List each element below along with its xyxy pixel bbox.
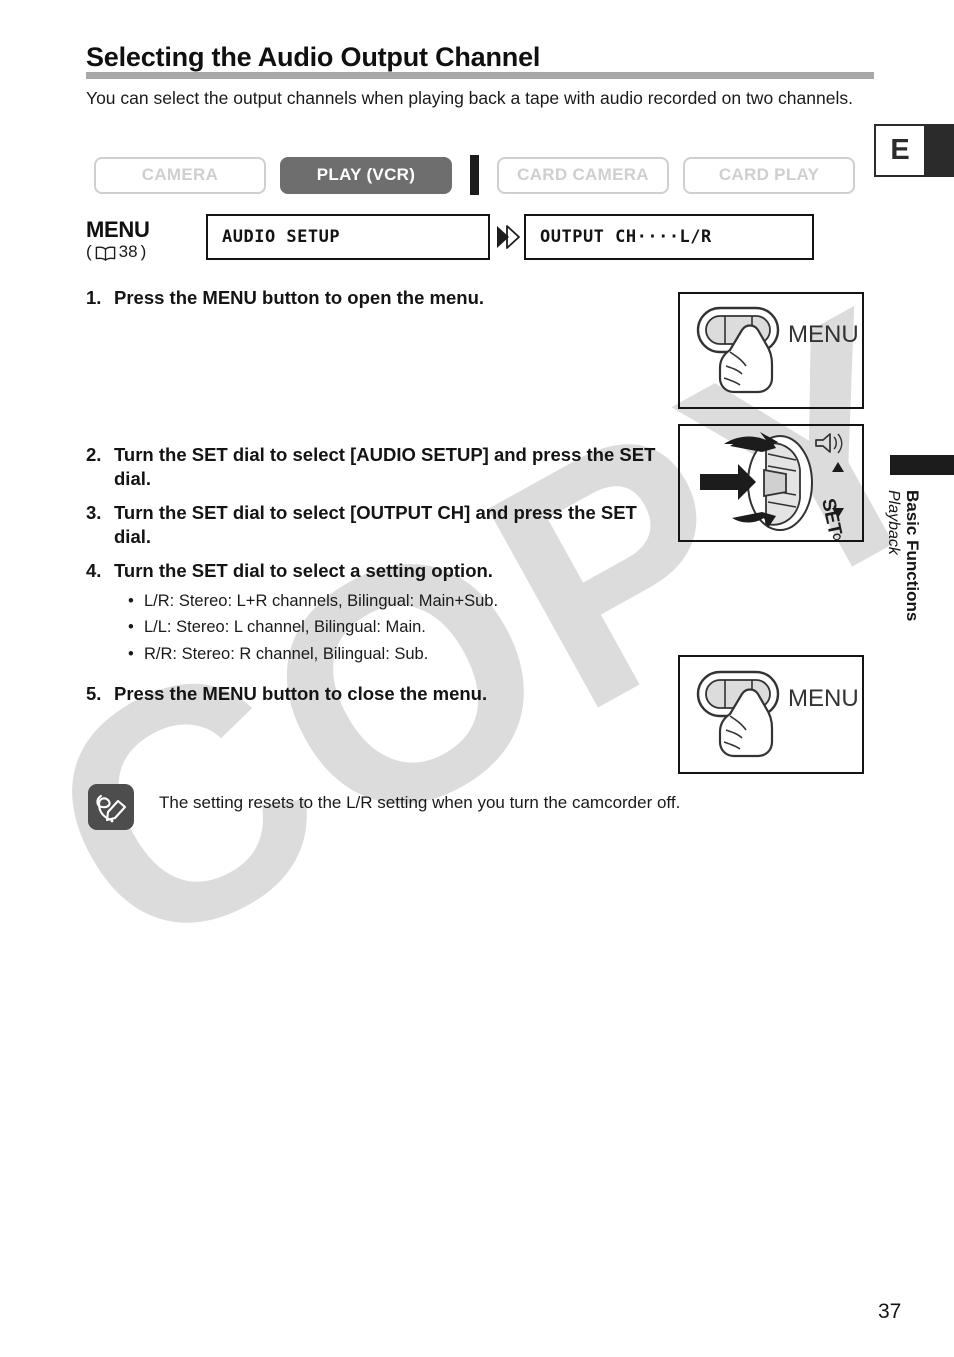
mode-divider bbox=[470, 155, 479, 195]
set-dial-with-rotation-arrows-icon: SET ∞ bbox=[700, 432, 851, 550]
hand-pressing-menu-button-icon: MENU bbox=[696, 670, 859, 758]
step-text: Turn the SET dial to select a setting op… bbox=[114, 559, 666, 668]
language-tab-bar bbox=[926, 124, 954, 177]
title-rule bbox=[86, 72, 874, 79]
list-item: L/R: Stereo: L+R channels, Bilingual: Ma… bbox=[114, 588, 666, 615]
mode-button-card-play[interactable]: CARD PLAY bbox=[683, 156, 855, 194]
steps-list: 1. Press the MENU button to open the men… bbox=[86, 286, 666, 706]
double-chevron-right-icon bbox=[490, 214, 524, 260]
step-text: Turn the SET dial to select [OUTPUT CH] … bbox=[114, 501, 637, 548]
svg-text:MENU: MENU bbox=[788, 685, 859, 712]
menu-page-reference: ( 38 ) bbox=[86, 241, 206, 263]
step-text-label: Turn the SET dial to select a setting op… bbox=[114, 559, 493, 581]
hand-pressing-menu-button-icon: MENU bbox=[696, 306, 859, 394]
illustration-menu-button-top: MENU bbox=[678, 292, 864, 409]
document-page: COPY Selecting the Audio Output Channel … bbox=[0, 0, 954, 1357]
mode-bar: CAMERA PLAY (VCR) CARD CAMERA CARD PLAY bbox=[94, 155, 855, 195]
section-name: Playback bbox=[885, 490, 902, 555]
speaker-icon bbox=[815, 433, 843, 454]
step-number: 2. bbox=[86, 443, 102, 465]
step-number: 1. bbox=[86, 287, 102, 308]
paren-open: ( bbox=[86, 242, 92, 262]
language-tab: E bbox=[874, 124, 926, 177]
chapter-name: Basic Functions bbox=[903, 490, 922, 622]
step-number: 5. bbox=[86, 682, 102, 704]
page-title: Selecting the Audio Output Channel bbox=[86, 42, 541, 72]
illustration-menu-button-bottom: MENU bbox=[678, 655, 864, 774]
step-item-2: 2. Turn the SET dial to select [AUDIO SE… bbox=[86, 443, 666, 492]
list-item: L/L: Stereo: L channel, Bilingual: Main. bbox=[114, 614, 666, 641]
page-number: 37 bbox=[878, 1300, 902, 1323]
step-text: Turn the SET dial to select [AUDIO SETUP… bbox=[114, 443, 656, 490]
illustration-set-dial: SET ∞ bbox=[678, 424, 864, 550]
step-item-3: 3. Turn the SET dial to select [OUTPUT C… bbox=[86, 501, 666, 550]
step-text: Press the MENU button to open the menu. bbox=[114, 287, 485, 308]
list-item: R/R: Stereo: R channel, Bilingual: Sub. bbox=[114, 641, 666, 668]
note-text: The setting resets to the L/R setting wh… bbox=[159, 793, 681, 812]
mode-button-camera[interactable]: CAMERA bbox=[94, 156, 266, 194]
step-number: 4. bbox=[86, 559, 102, 581]
menu-label-column: MENU ( 38 ) bbox=[86, 214, 206, 263]
menu-box-output-ch: OUTPUT CH····L/R bbox=[524, 214, 814, 260]
step-number: 3. bbox=[86, 501, 102, 523]
mode-button-play-vcr[interactable]: PLAY (VCR) bbox=[280, 156, 452, 194]
chapter-tab-bar bbox=[890, 455, 954, 475]
menu-path-row: MENU ( 38 ) AUDIO SETUP OUTPUT CH····L/R bbox=[86, 214, 814, 263]
setting-options-list: L/R: Stereo: L+R channels, Bilingual: Ma… bbox=[114, 588, 666, 668]
title-block: Selecting the Audio Output Channel bbox=[86, 42, 874, 79]
step-item-5: 5. Press the MENU button to close the me… bbox=[86, 682, 666, 707]
step-item-1: 1. Press the MENU button to open the men… bbox=[86, 286, 666, 311]
book-icon bbox=[95, 245, 116, 261]
step-text: Press the MENU button to close the menu. bbox=[114, 682, 488, 704]
svg-text:MENU: MENU bbox=[788, 321, 859, 348]
step-item-4: 4. Turn the SET dial to select a setting… bbox=[86, 559, 666, 668]
mode-button-card-camera[interactable]: CARD CAMERA bbox=[497, 156, 669, 194]
note-pencil-icon bbox=[88, 784, 134, 830]
menu-label: MENU bbox=[86, 217, 150, 242]
paren-close: ) bbox=[140, 242, 147, 262]
intro-paragraph: You can select the output channels when … bbox=[86, 88, 853, 108]
chapter-side-label: Basic Functions Playback bbox=[884, 490, 924, 720]
note-block: The setting resets to the L/R setting wh… bbox=[88, 784, 680, 830]
menu-reference-page: 38 bbox=[118, 242, 138, 262]
menu-box-audio-setup: AUDIO SETUP bbox=[206, 214, 490, 260]
